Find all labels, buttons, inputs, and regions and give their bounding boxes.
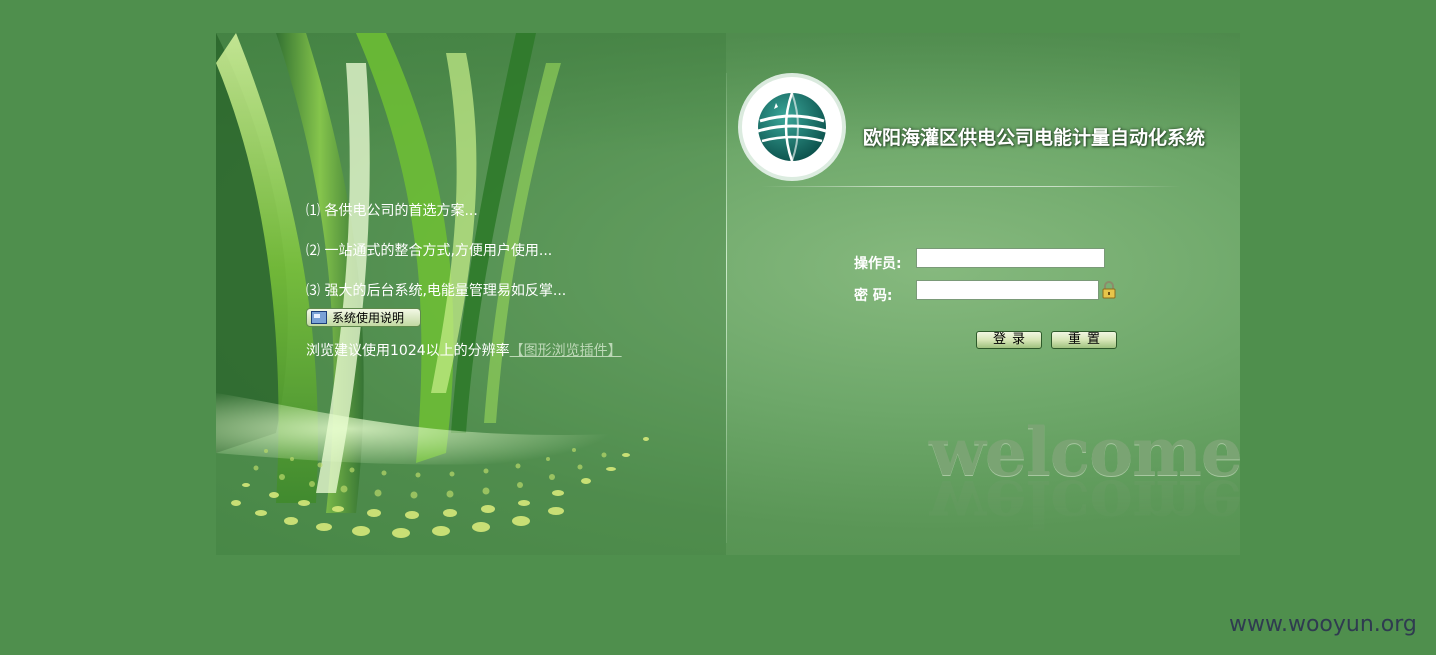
- system-title: 欧阳海灌区供电公司电能计量自动化系统: [863, 127, 1206, 149]
- state-grid-logo: [738, 73, 846, 181]
- browser-recommendation-text: 浏览建议使用1024以上的分辨率: [306, 343, 510, 359]
- login-button[interactable]: 登录: [976, 331, 1042, 349]
- browser-recommendation: 浏览建议使用1024以上的分辨率【图形浏览插件】: [306, 340, 622, 360]
- watermark: www.wooyun.org: [1229, 612, 1417, 637]
- title-underline: [761, 186, 1181, 187]
- reset-button[interactable]: 重置: [1051, 331, 1117, 349]
- feature-item-1: ⑴ 各供电公司的首选方案...: [306, 203, 478, 219]
- password-label: 密 码:: [854, 288, 893, 304]
- system-manual-label: 系统使用说明: [332, 311, 405, 325]
- feature-item-2: ⑵ 一站通式的整合方式,方便用户使用...: [306, 243, 553, 259]
- system-manual-button[interactable]: 系统使用说明: [306, 308, 421, 327]
- password-input[interactable]: [916, 280, 1099, 300]
- document-icon: [311, 311, 327, 324]
- operator-input[interactable]: [916, 248, 1105, 268]
- welcome-reflection: welcome: [929, 465, 1240, 543]
- operator-label: 操作员:: [854, 256, 902, 272]
- login-panel: 欧阳海灌区供电公司电能计量自动化系统 ⑴ 各供电公司的首选方案... ⑵ 一站通…: [216, 33, 1240, 555]
- graphics-plugin-link[interactable]: 【图形浏览插件】: [510, 343, 622, 359]
- lock-icon: [1102, 281, 1116, 299]
- feature-item-3: ⑶ 强大的后台系统,电能量管理易如反掌...: [306, 283, 567, 299]
- vertical-divider: [726, 73, 727, 543]
